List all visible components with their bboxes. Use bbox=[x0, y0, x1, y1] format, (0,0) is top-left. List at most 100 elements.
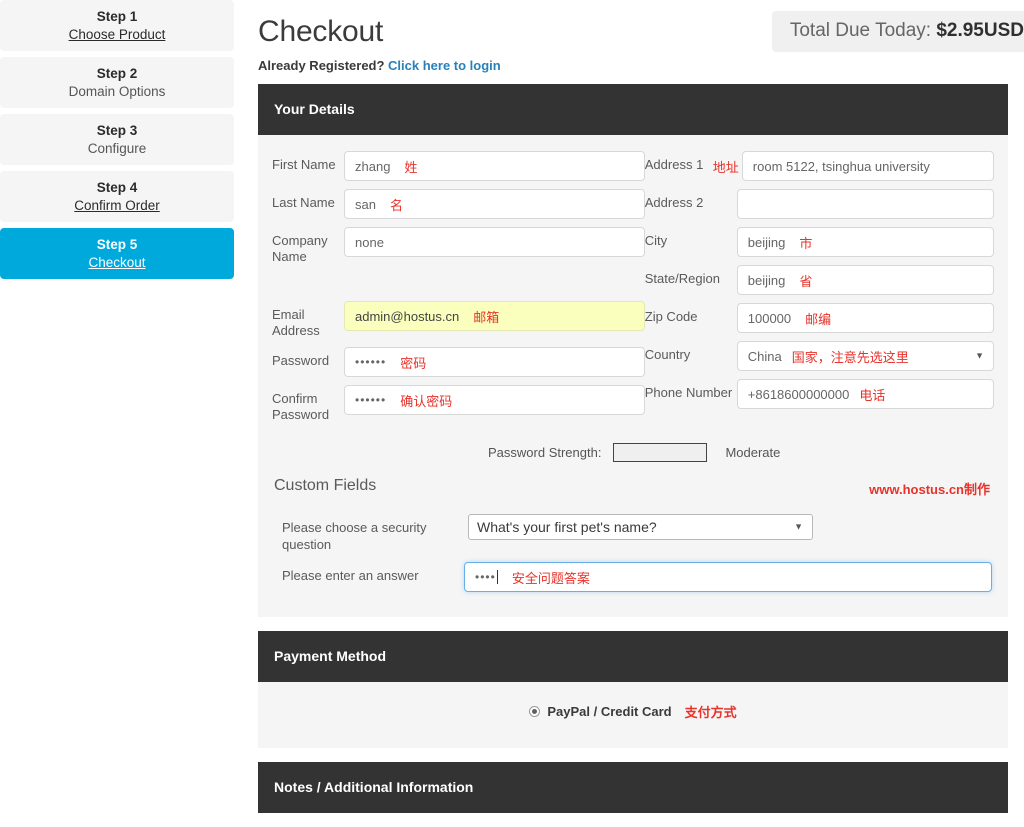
password-strength-label: Password Strength: bbox=[488, 445, 602, 460]
step-label: Configure bbox=[87, 140, 147, 156]
sidebar-step-1[interactable]: Step 1 Choose Product bbox=[0, 0, 234, 51]
first-name-value: zhang bbox=[355, 158, 391, 174]
state-input[interactable]: beijing 省 bbox=[736, 265, 994, 295]
total-due-label: Total Due Today: bbox=[789, 20, 937, 41]
phone-label: Phone Number bbox=[644, 385, 733, 400]
payment-method-title: Payment Method bbox=[258, 631, 1008, 682]
first-name-input[interactable]: zhang 姓 bbox=[344, 151, 645, 181]
field-city: City beijing 市 bbox=[645, 227, 994, 257]
address1-annotation: 地址 bbox=[712, 160, 739, 175]
notes-panel: Notes / Additional Information bbox=[258, 762, 1008, 813]
your-details-body: First Name zhang 姓 Last Name san 名 Compa… bbox=[258, 135, 1008, 617]
field-address2: Address 2 bbox=[645, 189, 994, 219]
zip-label: Zip Code bbox=[644, 309, 698, 324]
sidebar-step-5[interactable]: Step 5 Checkout bbox=[0, 228, 234, 279]
security-question-value: What's your first pet's name? bbox=[477, 519, 657, 535]
step-number: Step 3 bbox=[96, 122, 138, 138]
payment-method-body: PayPal / Credit Card 支付方式 bbox=[258, 682, 1008, 748]
radio-selected-icon[interactable] bbox=[529, 706, 541, 717]
confirm-password-value: •••••• bbox=[355, 393, 387, 407]
city-annotation: 市 bbox=[799, 235, 813, 251]
password-strength-word: Moderate bbox=[725, 445, 781, 460]
last-name-input[interactable]: san 名 bbox=[344, 189, 645, 219]
field-last-name: Last Name san 名 bbox=[272, 189, 645, 219]
zip-annotation: 邮编 bbox=[805, 311, 832, 327]
already-registered-text: Already Registered? bbox=[258, 58, 389, 73]
sidebar-step-2[interactable]: Step 2 Domain Options bbox=[0, 57, 234, 108]
field-phone: Phone Number +8618600000000 电话 bbox=[645, 379, 994, 409]
first-name-label: First Name bbox=[272, 157, 336, 172]
confirm-password-label: Confirm Password bbox=[272, 391, 330, 422]
field-confirm-password: Confirm Password •••••• 确认密码 bbox=[272, 385, 645, 423]
total-due-amount: $2.95USD bbox=[936, 20, 1024, 41]
city-value: beijing bbox=[747, 234, 786, 250]
security-answer-value: •••• bbox=[475, 570, 496, 584]
email-input[interactable]: admin@hostus.cn 邮箱 bbox=[344, 301, 645, 331]
already-registered: Already Registered? Click here to login bbox=[258, 58, 1024, 74]
field-company-name: Company Name none bbox=[272, 227, 645, 265]
last-name-value: san bbox=[355, 196, 376, 212]
login-link[interactable]: Click here to login bbox=[388, 58, 501, 73]
confirm-password-annotation: 确认密码 bbox=[400, 393, 453, 409]
security-answer-label: Please enter an answer bbox=[282, 568, 419, 583]
email-value: admin@hostus.cn bbox=[355, 308, 460, 324]
country-select[interactable]: China 国家，注意先选这里 ▼ bbox=[736, 341, 994, 371]
payment-option-annotation: 支付方式 bbox=[684, 705, 737, 720]
field-state: State/Region beijing 省 bbox=[645, 265, 994, 295]
address1-label: Address 1 bbox=[644, 157, 704, 172]
your-details-title: Your Details bbox=[258, 84, 1008, 135]
phone-annotation: 电话 bbox=[859, 387, 886, 403]
field-address1: Address 1 地址 room 5122, tsinghua univers… bbox=[645, 151, 994, 181]
first-name-annotation: 姓 bbox=[404, 159, 418, 175]
page-header: Checkout Total Due Today: $2.95USD bbox=[258, 0, 1024, 58]
sidebar-step-3[interactable]: Step 3 Configure bbox=[0, 114, 234, 165]
city-input[interactable]: beijing 市 bbox=[736, 227, 994, 257]
email-label: Email Address bbox=[272, 307, 320, 338]
step-number: Step 4 bbox=[96, 179, 138, 195]
site-watermark: www.hostus.cn制作 bbox=[869, 482, 990, 497]
field-country: Country China 国家，注意先选这里 ▼ bbox=[645, 341, 994, 371]
chevron-down-icon: ▼ bbox=[975, 350, 984, 361]
company-name-input[interactable]: none bbox=[344, 227, 645, 257]
field-first-name: First Name zhang 姓 bbox=[272, 151, 645, 181]
text-cursor bbox=[496, 570, 498, 584]
country-label: Country bbox=[644, 347, 691, 362]
password-input[interactable]: •••••• 密码 bbox=[344, 347, 645, 377]
country-value: China bbox=[747, 348, 782, 364]
step-number: Step 1 bbox=[96, 8, 138, 24]
state-value: beijing bbox=[747, 272, 786, 288]
field-zip: Zip Code 100000 邮编 bbox=[645, 303, 994, 333]
field-security-question: Please choose a security question What's… bbox=[282, 514, 992, 553]
security-question-select[interactable]: What's your first pet's name? ▼ bbox=[468, 514, 813, 540]
security-question-label: Please choose a security question bbox=[282, 520, 427, 552]
page-title: Checkout bbox=[258, 15, 384, 48]
step-label: Domain Options bbox=[68, 83, 166, 99]
zip-input[interactable]: 100000 邮编 bbox=[736, 303, 994, 333]
payment-method-panel: Payment Method PayPal / Credit Card 支付方式 bbox=[258, 631, 1008, 748]
password-value: •••••• bbox=[355, 355, 387, 369]
phone-value: +8618600000000 bbox=[747, 386, 850, 402]
notes-title: Notes / Additional Information bbox=[258, 762, 1008, 813]
security-answer-annotation: 安全问题答案 bbox=[511, 570, 590, 586]
password-label: Password bbox=[272, 353, 330, 368]
payment-option-paypal[interactable]: PayPal / Credit Card 支付方式 bbox=[529, 702, 737, 721]
step-number: Step 5 bbox=[96, 236, 138, 252]
chevron-down-icon: ▼ bbox=[794, 521, 803, 532]
address1-input[interactable]: room 5122, tsinghua university bbox=[741, 151, 994, 181]
details-left-column: First Name zhang 姓 Last Name san 名 Compa… bbox=[272, 151, 645, 431]
company-name-label: Company Name bbox=[272, 233, 328, 264]
address2-input[interactable] bbox=[736, 189, 994, 219]
security-answer-input[interactable]: •••• 安全问题答案 bbox=[464, 562, 992, 592]
phone-input[interactable]: +8618600000000 电话 bbox=[736, 379, 994, 409]
sidebar-step-4[interactable]: Step 4 Confirm Order bbox=[0, 171, 234, 222]
password-annotation: 密码 bbox=[400, 355, 427, 371]
field-email: Email Address admin@hostus.cn 邮箱 bbox=[272, 301, 645, 339]
your-details-panel: Your Details First Name zhang 姓 Last Nam… bbox=[258, 84, 1008, 617]
payment-option-label: PayPal / Credit Card bbox=[547, 704, 672, 719]
field-security-answer: Please enter an answer •••• 安全问题答案 bbox=[282, 562, 992, 592]
email-annotation: 邮箱 bbox=[473, 309, 500, 325]
password-strength-bar bbox=[613, 443, 708, 462]
step-label: Choose Product bbox=[68, 26, 166, 42]
confirm-password-input[interactable]: •••••• 确认密码 bbox=[344, 385, 645, 415]
state-annotation: 省 bbox=[799, 273, 813, 289]
